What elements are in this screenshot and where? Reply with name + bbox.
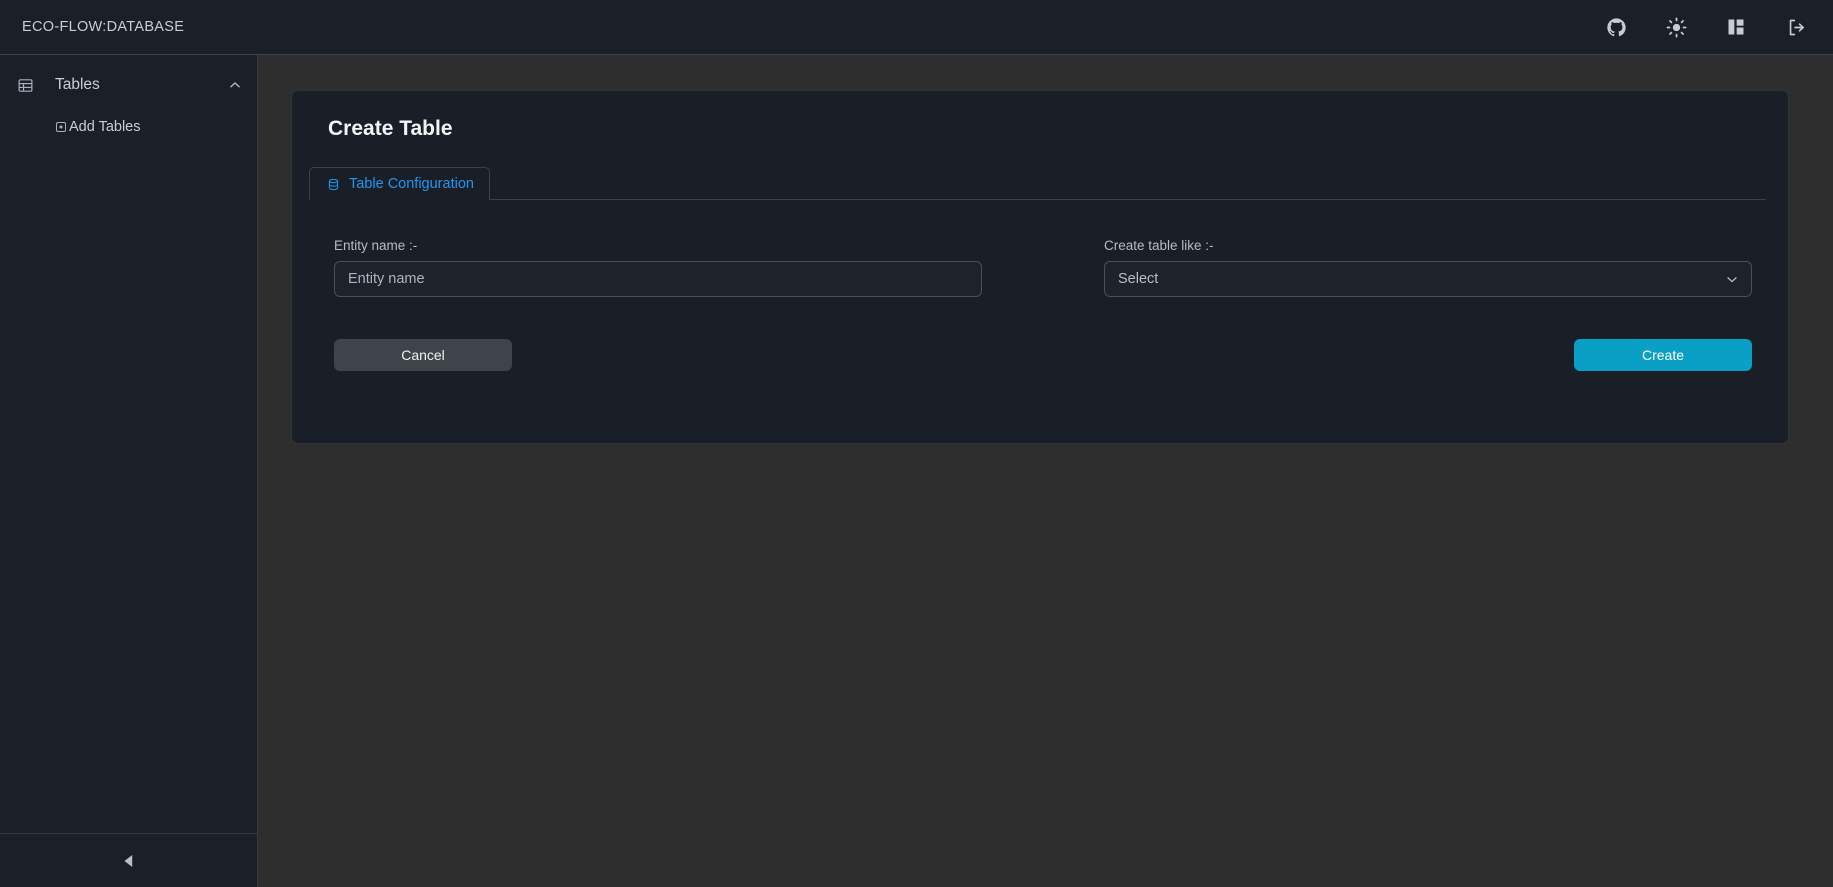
sidebar-group-tables[interactable]: Tables	[0, 67, 257, 103]
page-title: Create Table	[328, 117, 453, 140]
entity-name-field-group: Entity name :-	[334, 238, 982, 297]
chevron-down-icon[interactable]	[1724, 272, 1739, 287]
github-icon[interactable]	[1605, 16, 1627, 38]
sidebar: Tables Add Tables	[0, 55, 258, 887]
main-content: Create Table Table Configuration Entity …	[259, 55, 1833, 887]
sidebar-footer	[0, 833, 257, 887]
sidebar-nav: Tables Add Tables	[0, 55, 257, 833]
cancel-button[interactable]: Cancel	[334, 339, 512, 371]
create-table-like-label: Create table like :-	[1104, 238, 1214, 253]
header-actions	[1605, 16, 1807, 38]
sun-icon[interactable]	[1665, 16, 1687, 38]
tab-bar-rule	[309, 199, 1766, 200]
create-table-like-field-group: Create table like :- Select	[1104, 238, 1752, 297]
app-title: ECO-FLOW:DATABASE	[22, 19, 185, 35]
form-fields: Entity name :- Create table like :- Sele…	[334, 238, 1752, 297]
chevron-up-icon[interactable]	[227, 77, 243, 93]
tab-label: Table Configuration	[349, 176, 474, 192]
layout-panel-icon[interactable]	[1725, 16, 1747, 38]
table-icon	[16, 76, 34, 94]
sidebar-group-label: Tables	[55, 76, 100, 93]
square-plus-icon	[54, 121, 67, 134]
create-table-like-select[interactable]: Select	[1104, 261, 1752, 297]
tab-table-configuration[interactable]: Table Configuration	[309, 167, 490, 200]
sidebar-item-add-tables[interactable]: Add Tables	[0, 113, 257, 141]
create-table-like-select-wrap: Select	[1104, 261, 1752, 297]
logout-icon[interactable]	[1785, 16, 1807, 38]
sidebar-item-label: Add Tables	[69, 119, 141, 135]
entity-name-input[interactable]	[334, 261, 982, 297]
tab-bar: Table Configuration	[309, 167, 1788, 200]
form-actions: Cancel Create	[334, 339, 1752, 371]
create-table-card: Create Table Table Configuration Entity …	[291, 90, 1789, 444]
create-button[interactable]: Create	[1574, 339, 1752, 371]
database-icon	[326, 177, 340, 191]
entity-name-label: Entity name :-	[334, 238, 418, 253]
caret-left-icon[interactable]	[116, 848, 142, 874]
app-header: ECO-FLOW:DATABASE	[0, 0, 1833, 55]
create-table-like-selected-value: Select	[1118, 271, 1159, 287]
